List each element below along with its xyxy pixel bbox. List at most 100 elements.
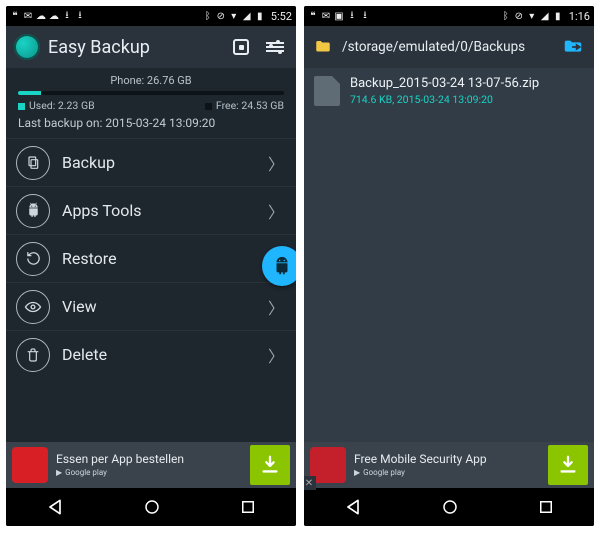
chevron-right-icon: 〉	[268, 151, 284, 175]
status-right: ᛒ ⊘ ▾ ◢ ▮ 5:52	[203, 10, 292, 23]
ad-store: ▶ Google play	[354, 468, 540, 478]
bluetooth-icon: ᛒ	[501, 11, 511, 21]
battery-icon: ▮	[553, 11, 563, 21]
wifi-icon: ▾	[229, 11, 239, 21]
signal-icon: ◢	[540, 11, 550, 21]
last-backup: Last backup on: 2015-03-24 13:09:20	[18, 116, 284, 130]
android-nav-bar	[6, 488, 296, 526]
folder-icon	[312, 38, 334, 56]
storage-bar	[18, 91, 284, 95]
signal-icon: ◢	[242, 11, 252, 21]
download-icon	[259, 454, 281, 476]
storage-free: Free: 24.53 GB	[205, 99, 284, 112]
hangouts-icon: ❝	[10, 11, 20, 21]
file-name: Backup_2015-03-24 13-07-56.zip	[350, 76, 539, 91]
ad-banner[interactable]: ✕ Free Mobile Security App ▶ Google play	[304, 442, 594, 488]
target-icon	[233, 39, 249, 55]
menu-item-backup[interactable]: Backup 〉	[6, 138, 296, 186]
menu-item-view[interactable]: View 〉	[6, 282, 296, 330]
menu-item-restore[interactable]: Restore 〉	[6, 234, 296, 282]
status-left: ❝ ✉ ☁ ☁ ⭳ ⭳	[10, 11, 85, 21]
phone-right: ❝ ✉ ▣ ⭳ ⭳ ᛒ ⊘ ▾ ◢ ▮ 1:16 /storage/emulat…	[304, 6, 594, 526]
app-bar: Easy Backup	[6, 26, 296, 68]
nav-home-button[interactable]	[441, 498, 459, 516]
download-icon: ⭳	[75, 11, 85, 21]
menu-label: Backup	[62, 153, 268, 172]
app-logo-icon	[14, 34, 40, 60]
storage-used: Used: 2.23 GB	[18, 99, 95, 112]
file-icon	[314, 76, 340, 106]
main-menu: Backup 〉 Apps Tools 〉 Restore 〉	[6, 138, 296, 442]
file-list: Backup_2015-03-24 13-07-56.zip 714.6 KB,…	[304, 68, 594, 442]
nav-home-button[interactable]	[143, 498, 161, 516]
ad-text: Essen per App bestellen ▶ Google play	[56, 452, 242, 478]
settings-button[interactable]	[262, 34, 288, 60]
clock: 5:52	[271, 10, 292, 23]
path-text: /storage/emulated/0/Backups	[342, 39, 552, 55]
status-right: ᛒ ⊘ ▾ ◢ ▮ 1:16	[501, 10, 590, 23]
eye-icon	[16, 290, 50, 324]
download-icon: ⭳	[62, 11, 72, 21]
file-info: Backup_2015-03-24 13-07-56.zip 714.6 KB,…	[350, 76, 539, 106]
menu-label: View	[62, 297, 268, 316]
mail-icon: ✉	[23, 11, 33, 21]
storage-total: Phone: 26.76 GB	[18, 74, 284, 87]
legend-used-icon	[18, 103, 25, 110]
battery-icon: ▮	[255, 11, 265, 21]
ad-download-button[interactable]	[548, 445, 588, 485]
nav-recent-button[interactable]	[239, 498, 257, 516]
download-icon: ⭳	[360, 11, 370, 21]
restore-icon	[16, 242, 50, 276]
status-bar: ❝ ✉ ☁ ☁ ⭳ ⭳ ᛒ ⊘ ▾ ◢ ▮ 5:52	[6, 6, 296, 26]
ad-title: Free Mobile Security App	[354, 452, 540, 466]
menu-label: Delete	[62, 345, 268, 364]
file-meta: 714.6 KB, 2015-03-24 13:09:20	[350, 93, 539, 106]
picture-icon: ▣	[334, 11, 344, 21]
storage-bar-used	[18, 91, 41, 95]
ad-title: Essen per App bestellen	[56, 452, 242, 466]
chevron-right-icon: 〉	[268, 295, 284, 319]
backup-icon	[16, 146, 50, 180]
screenshot-button[interactable]	[228, 34, 254, 60]
menu-label: Restore	[62, 249, 268, 268]
folder-up-icon	[560, 36, 586, 58]
wifi-icon: ▾	[527, 11, 537, 21]
legend-free-icon	[205, 103, 212, 110]
app-title: Easy Backup	[48, 37, 220, 58]
phone-left: ❝ ✉ ☁ ☁ ⭳ ⭳ ᛒ ⊘ ▾ ◢ ▮ 5:52 Easy Backup	[6, 6, 296, 526]
folder-up-button[interactable]	[560, 36, 586, 58]
ad-close-button[interactable]: ✕	[304, 476, 316, 490]
ad-thumb-icon	[12, 447, 48, 483]
ad-download-button[interactable]	[250, 445, 290, 485]
status-bar: ❝ ✉ ▣ ⭳ ⭳ ᛒ ⊘ ▾ ◢ ▮ 1:16	[304, 6, 594, 26]
cloud-icon: ☁	[36, 11, 46, 21]
mail-icon: ✉	[321, 11, 331, 21]
menu-item-apps-tools[interactable]: Apps Tools 〉	[6, 186, 296, 234]
menu-label: Apps Tools	[62, 201, 268, 220]
clock: 1:16	[569, 10, 590, 23]
file-row[interactable]: Backup_2015-03-24 13-07-56.zip 714.6 KB,…	[304, 68, 594, 114]
nav-back-button[interactable]	[45, 497, 65, 517]
status-left: ❝ ✉ ▣ ⭳ ⭳	[308, 11, 370, 21]
trash-icon	[16, 338, 50, 372]
bluetooth-icon: ᛒ	[203, 11, 213, 21]
menu-item-delete[interactable]: Delete 〉	[6, 330, 296, 378]
ad-banner[interactable]: Essen per App bestellen ▶ Google play	[6, 442, 296, 488]
android-icon	[271, 255, 293, 277]
sliders-icon	[266, 40, 284, 54]
android-nav-bar	[304, 488, 594, 526]
download-icon	[557, 454, 579, 476]
ad-text: Free Mobile Security App ▶ Google play	[354, 452, 540, 478]
download-icon: ⭳	[347, 11, 357, 21]
nav-recent-button[interactable]	[537, 498, 555, 516]
storage-panel: Phone: 26.76 GB Used: 2.23 GB Free: 24.5…	[6, 68, 296, 138]
no-sim-icon: ⊘	[514, 11, 524, 21]
fab-android-button[interactable]	[262, 246, 296, 286]
android-icon	[16, 194, 50, 228]
chevron-right-icon: 〉	[268, 199, 284, 223]
cloud-icon: ☁	[49, 11, 59, 21]
path-bar: /storage/emulated/0/Backups	[304, 26, 594, 68]
hangouts-icon: ❝	[308, 11, 318, 21]
chevron-right-icon: 〉	[268, 343, 284, 367]
nav-back-button[interactable]	[343, 497, 363, 517]
